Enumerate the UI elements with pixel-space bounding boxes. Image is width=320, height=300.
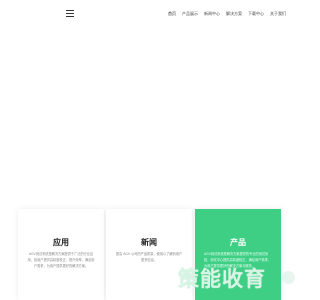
card-title: 应用 [53, 238, 69, 247]
card-description: 提高 AGV 公司的产品质量，使用以了解到用户更多信息。 [115, 252, 183, 262]
card-title: 新闻 [141, 238, 157, 247]
main-nav: 首页 产品展示 新闻中心 解决方案 下载中心 关于我们 [168, 10, 292, 18]
nav-item-about[interactable]: 关于我们 [270, 10, 286, 18]
nav-item-solutions[interactable]: 解决方案 [226, 10, 242, 18]
menu-icon[interactable] [66, 10, 74, 18]
nav-item-downloads[interactable]: 下载中心 [248, 10, 264, 18]
card-application[interactable]: 应用 AGV测试系统是解决方案提供于广泛的行业应用，给用户提供高精度校正、提升效… [18, 209, 104, 300]
nav-item-products[interactable]: 产品展示 [182, 10, 198, 18]
watermark-badge-icon [282, 271, 295, 284]
nav-item-news[interactable]: 新闻中心 [204, 10, 220, 18]
top-navbar: 首页 产品展示 新闻中心 解决方案 下载中心 关于我们 [0, 0, 300, 30]
nav-item-home[interactable]: 首页 [168, 10, 176, 18]
watermark: 策能收育 [178, 263, 300, 297]
card-description: AGV测试系统是解决方案提供于广泛的行业应用，给用户提供高精度校正、提升效率，满… [27, 252, 95, 268]
card-title: 产品 [230, 238, 246, 247]
watermark-text: 策能收育 [178, 267, 266, 291]
